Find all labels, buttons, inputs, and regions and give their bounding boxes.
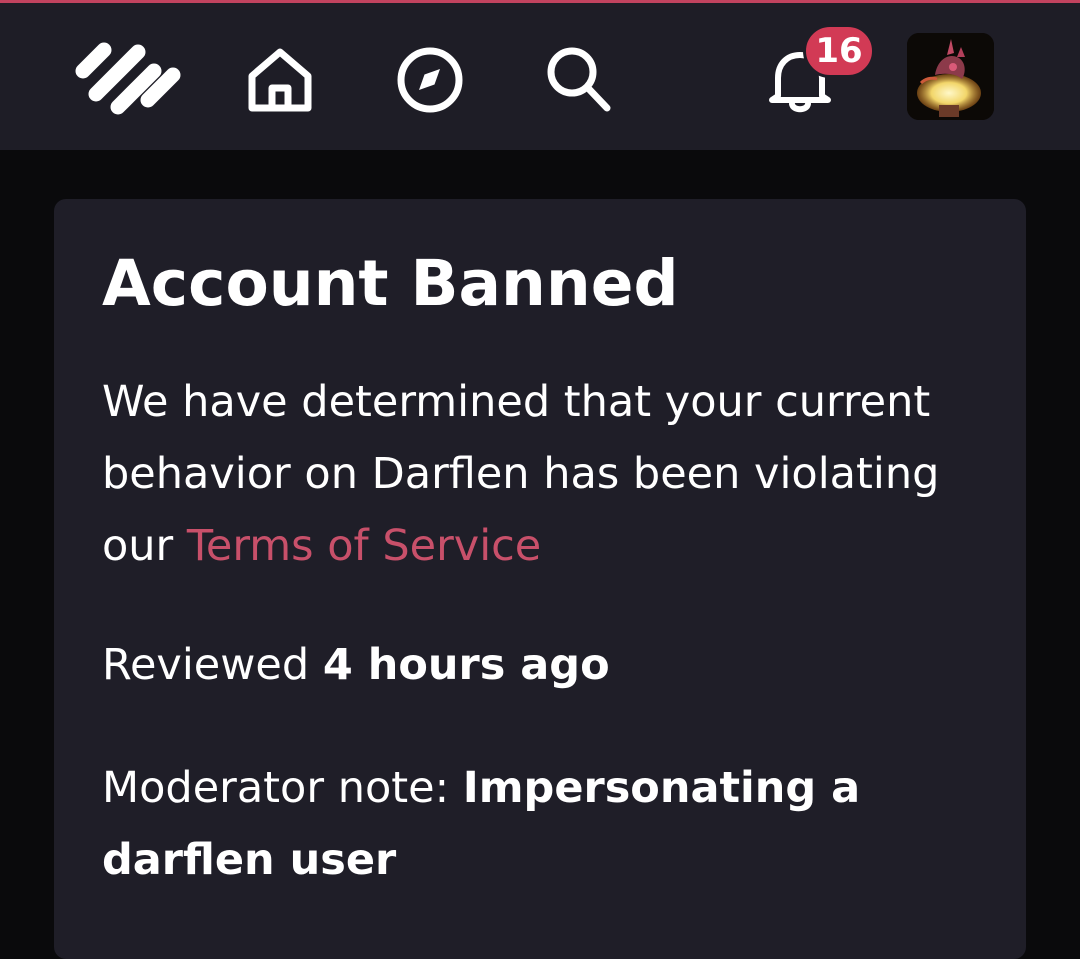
- reviewed-info: Reviewed 4 hours ago: [102, 633, 610, 697]
- ban-notice-card: Account Banned We have determined that y…: [54, 199, 1026, 959]
- reviewed-time: 4 hours ago: [322, 640, 610, 690]
- top-navbar: 16: [0, 3, 1080, 150]
- darflen-logo-icon[interactable]: [70, 33, 188, 121]
- compass-icon[interactable]: [388, 38, 472, 122]
- moderator-note: Moderator note: Impersonating a darflen …: [102, 752, 982, 896]
- avatar[interactable]: [907, 33, 994, 120]
- ban-message: We have determined that your current beh…: [102, 366, 1002, 582]
- terms-of-service-link[interactable]: Terms of Service: [187, 521, 541, 571]
- notification-count-badge: 16: [803, 24, 875, 78]
- home-icon[interactable]: [238, 38, 322, 122]
- moderator-note-label: Moderator note:: [102, 763, 450, 813]
- page-title: Account Banned: [102, 247, 679, 320]
- reviewed-label: Reviewed: [102, 640, 310, 690]
- search-icon[interactable]: [537, 38, 621, 122]
